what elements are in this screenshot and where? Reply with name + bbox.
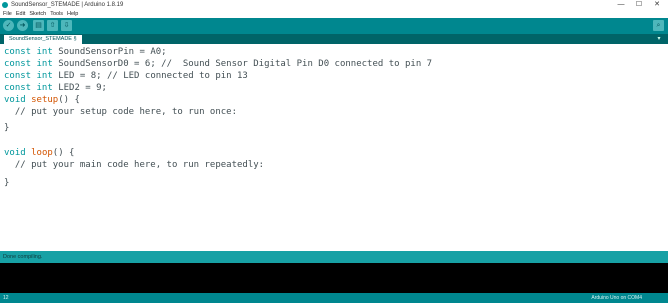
code-token: setup	[31, 95, 59, 105]
code-token: void	[4, 95, 26, 105]
check-icon: ✓	[5, 22, 12, 29]
code-token: () {	[58, 95, 80, 105]
menu-help[interactable]: Help	[65, 10, 80, 18]
status-text: Done compiling.	[3, 254, 43, 260]
code-line: }	[4, 123, 10, 133]
code-token: const int	[4, 59, 53, 69]
bottom-bar: 12 Arduino Uno on COM4	[0, 293, 668, 303]
code-token: LED2 = 9;	[52, 83, 107, 93]
code-line: // put your main code here, to run repea…	[4, 160, 265, 170]
new-file-icon: ▤	[35, 22, 42, 29]
code-line: }	[4, 178, 10, 188]
code-token: const int	[4, 71, 53, 81]
open-icon: ⇧	[49, 22, 56, 29]
toolbar: ✓ ➜ ▤ ⇧ ⇩ ⌕	[0, 18, 668, 34]
code-token: const int	[4, 47, 53, 57]
arduino-logo-icon	[2, 2, 8, 8]
tab-menu-button[interactable]: ▾	[654, 34, 664, 44]
window-controls: — ☐ ✕	[612, 0, 666, 10]
new-button[interactable]: ▤	[33, 20, 44, 31]
verify-button[interactable]: ✓	[3, 20, 14, 31]
arrow-right-icon: ➜	[19, 22, 26, 29]
console-output[interactable]	[0, 263, 668, 293]
menu-tools[interactable]: Tools	[48, 10, 65, 18]
code-token: () {	[52, 148, 75, 158]
save-icon: ⇩	[63, 22, 70, 29]
line-number: 12	[3, 295, 9, 301]
tab-strip: SoundSensor_STEMADE § ▾	[0, 34, 668, 44]
code-token: const int	[4, 83, 53, 93]
title-bar: SoundSensor_STEMADE | Arduino 1.8.19 — ☐…	[0, 0, 668, 10]
code-line: void setup() {	[4, 94, 80, 106]
code-line: void loop() {	[4, 147, 74, 159]
save-button[interactable]: ⇩	[61, 20, 72, 31]
board-info: Arduino Uno on COM4	[591, 295, 642, 301]
menu-file[interactable]: File	[0, 10, 14, 18]
close-button[interactable]: ✕	[648, 0, 666, 10]
status-bar: Done compiling.	[0, 251, 668, 263]
menu-sketch[interactable]: Sketch	[27, 10, 48, 18]
minimize-button[interactable]: —	[612, 0, 630, 10]
code-token: loop	[31, 148, 53, 158]
upload-button[interactable]: ➜	[17, 20, 28, 31]
arduino-ide-window: SoundSensor_STEMADE | Arduino 1.8.19 — ☐…	[0, 0, 668, 303]
code-token: SoundSensorPin = A0;	[52, 47, 167, 57]
tab-sketch[interactable]: SoundSensor_STEMADE §	[4, 35, 82, 44]
maximize-button[interactable]: ☐	[630, 0, 648, 10]
open-button[interactable]: ⇧	[47, 20, 58, 31]
code-line: // put your setup code here, to run once…	[4, 107, 237, 117]
code-token: LED = 8; // LED connected to pin 13	[52, 71, 248, 81]
code-line: const int LED = 8; // LED connected to p…	[4, 70, 248, 82]
menu-bar: File Edit Sketch Tools Help	[0, 10, 668, 18]
serial-monitor-button[interactable]: ⌕	[653, 20, 664, 31]
window-title: SoundSensor_STEMADE | Arduino 1.8.19	[11, 2, 124, 8]
code-token: SoundSensorD0 = 6; // Sound Sensor Digit…	[52, 59, 433, 69]
code-line: const int LED2 = 9;	[4, 82, 107, 94]
magnifier-icon: ⌕	[656, 22, 661, 29]
code-line: const int SoundSensorPin = A0;	[4, 46, 167, 58]
code-editor[interactable]: const int SoundSensorPin = A0; const int…	[0, 44, 668, 248]
menu-edit[interactable]: Edit	[14, 10, 27, 18]
code-token: void	[4, 148, 26, 158]
code-line: const int SoundSensorD0 = 6; // Sound Se…	[4, 58, 432, 70]
